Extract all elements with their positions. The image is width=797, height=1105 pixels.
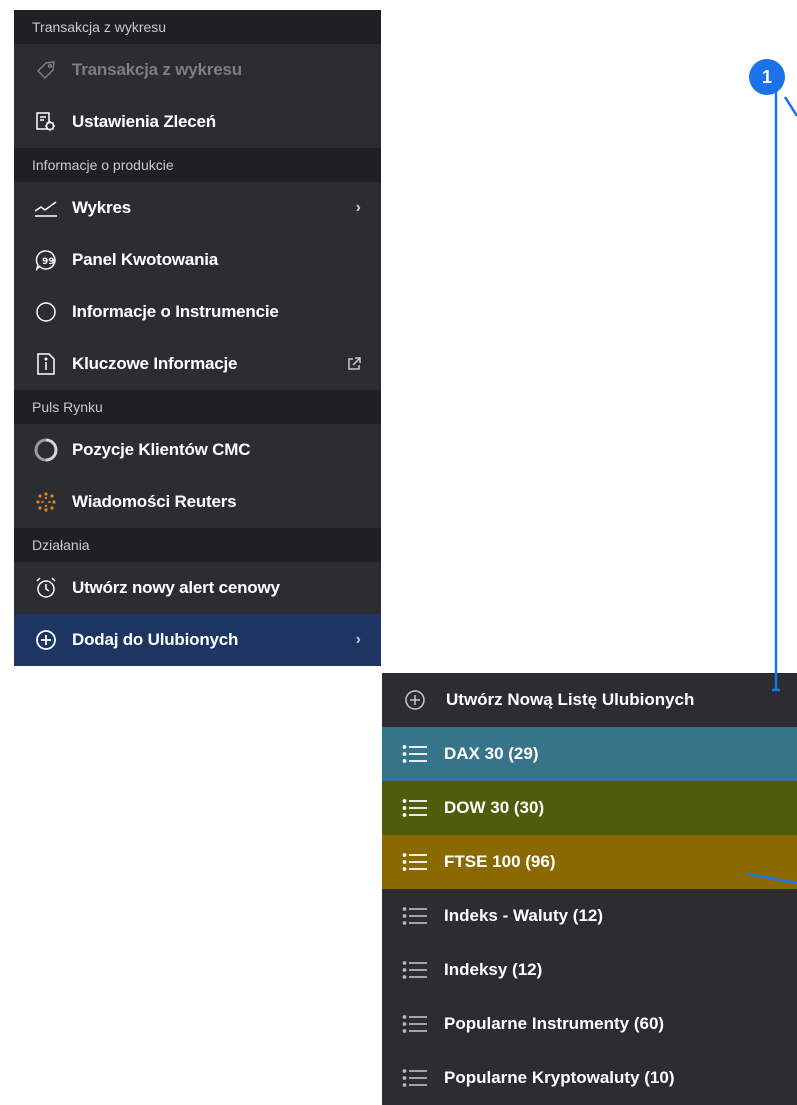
favourites-list-item[interactable]: Popularne Instrumenty (60) <box>382 997 797 1051</box>
chevron-right-icon: › <box>355 631 361 648</box>
favourites-list-item[interactable]: Indeks - Waluty (12) <box>382 889 797 943</box>
list-icon <box>402 850 428 874</box>
favourites-submenu: Utwórz Nową Listę Ulubionych DAX 30 (29)… <box>382 673 797 1105</box>
chart-line-icon <box>34 196 58 220</box>
chevron-right-icon: › <box>355 199 361 216</box>
list-icon <box>402 796 428 820</box>
list-icon <box>402 1066 428 1090</box>
context-menu: Transakcja z wykresu Transakcja z wykres… <box>14 10 381 666</box>
favourites-list-item[interactable]: Popularne Kryptowaluty (10) <box>382 1051 797 1105</box>
favourites-list-item[interactable]: DOW 30 (30) <box>382 781 797 835</box>
menu-item-label: Ustawienia Zleceń <box>72 112 216 131</box>
menu-item-order-settings[interactable]: Ustawienia Zleceń <box>14 96 381 148</box>
circle-icon <box>34 300 58 324</box>
callout-badge: 1 <box>749 59 785 95</box>
menu-item-label: Informacje o Instrumencie <box>72 302 279 321</box>
section-header-actions: Działania <box>14 528 381 562</box>
favourites-list-item[interactable]: FTSE 100 (96) <box>382 835 797 889</box>
favourites-list-label: Popularne Kryptowaluty (10) <box>444 1068 675 1087</box>
favourites-list-label: DOW 30 (30) <box>444 798 545 817</box>
menu-item-instrument-info[interactable]: Informacje o Instrumencie <box>14 286 381 338</box>
menu-item-label: Utwórz nowy alert cenowy <box>72 578 280 597</box>
menu-item-chart[interactable]: Wykres › <box>14 182 381 234</box>
menu-item-label: Pozycje Klientów CMC <box>72 440 251 459</box>
create-list-label: Utwórz Nową Listę Ulubionych <box>446 690 695 709</box>
favourites-list-item[interactable]: DAX 30 (29) <box>382 727 797 781</box>
quote-panel-icon: 99 <box>34 248 58 272</box>
favourites-list-item[interactable]: Indeksy (12) <box>382 943 797 997</box>
menu-item-label: Transakcja z wykresu <box>72 60 242 79</box>
menu-item-create-price-alert[interactable]: Utwórz nowy alert cenowy <box>14 562 381 614</box>
favourites-list-label: Indeksy (12) <box>444 960 543 979</box>
plus-circle-icon <box>402 688 428 712</box>
document-info-icon <box>34 352 58 376</box>
favourites-lists: DAX 30 (29) DOW 30 (30) FTSE 100 (96) Indek… <box>382 727 797 1105</box>
favourites-list-label: Popularne Instrumenty (60) <box>444 1014 665 1033</box>
list-icon <box>402 904 428 928</box>
list-icon <box>402 958 428 982</box>
menu-item-label: Panel Kwotowania <box>72 250 219 269</box>
menu-item-label: Kluczowe Informacje <box>72 354 238 373</box>
menu-item-label: Wykres <box>72 198 131 217</box>
reuters-icon <box>34 490 58 514</box>
create-favourites-list-button[interactable]: Utwórz Nową Listę Ulubionych <box>382 673 797 727</box>
plus-circle-icon <box>34 628 58 652</box>
tag-icon <box>34 58 58 82</box>
client-sentiment-icon <box>34 438 58 462</box>
list-icon <box>402 1012 428 1036</box>
menu-item-key-info[interactable]: Kluczowe Informacje <box>14 338 381 390</box>
list-icon <box>402 742 428 766</box>
favourites-list-label: FTSE 100 (96) <box>444 852 556 871</box>
svg-text:99: 99 <box>42 257 55 267</box>
section-header-product-info: Informacje o produkcie <box>14 148 381 182</box>
menu-item-quote-panel[interactable]: 99 Panel Kwotowania <box>14 234 381 286</box>
menu-item-label: Wiadomości Reuters <box>72 492 237 511</box>
menu-item-chart-trading: Transakcja z wykresu <box>14 44 381 96</box>
order-settings-icon <box>34 110 58 134</box>
favourites-list-label: DAX 30 (29) <box>444 744 539 763</box>
menu-item-reuters-news[interactable]: Wiadomości Reuters <box>14 476 381 528</box>
menu-item-label: Dodaj do Ulubionych <box>72 630 239 649</box>
menu-item-client-sentiment[interactable]: Pozycje Klientów CMC <box>14 424 381 476</box>
section-header-market-pulse: Puls Rynku <box>14 390 381 424</box>
external-link-icon <box>347 338 361 390</box>
section-header-chart-trading: Transakcja z wykresu <box>14 10 381 44</box>
alarm-clock-icon <box>34 576 58 600</box>
favourites-list-label: Indeks - Waluty (12) <box>444 906 604 925</box>
menu-item-add-to-favourites[interactable]: Dodaj do Ulubionych › <box>14 614 381 666</box>
